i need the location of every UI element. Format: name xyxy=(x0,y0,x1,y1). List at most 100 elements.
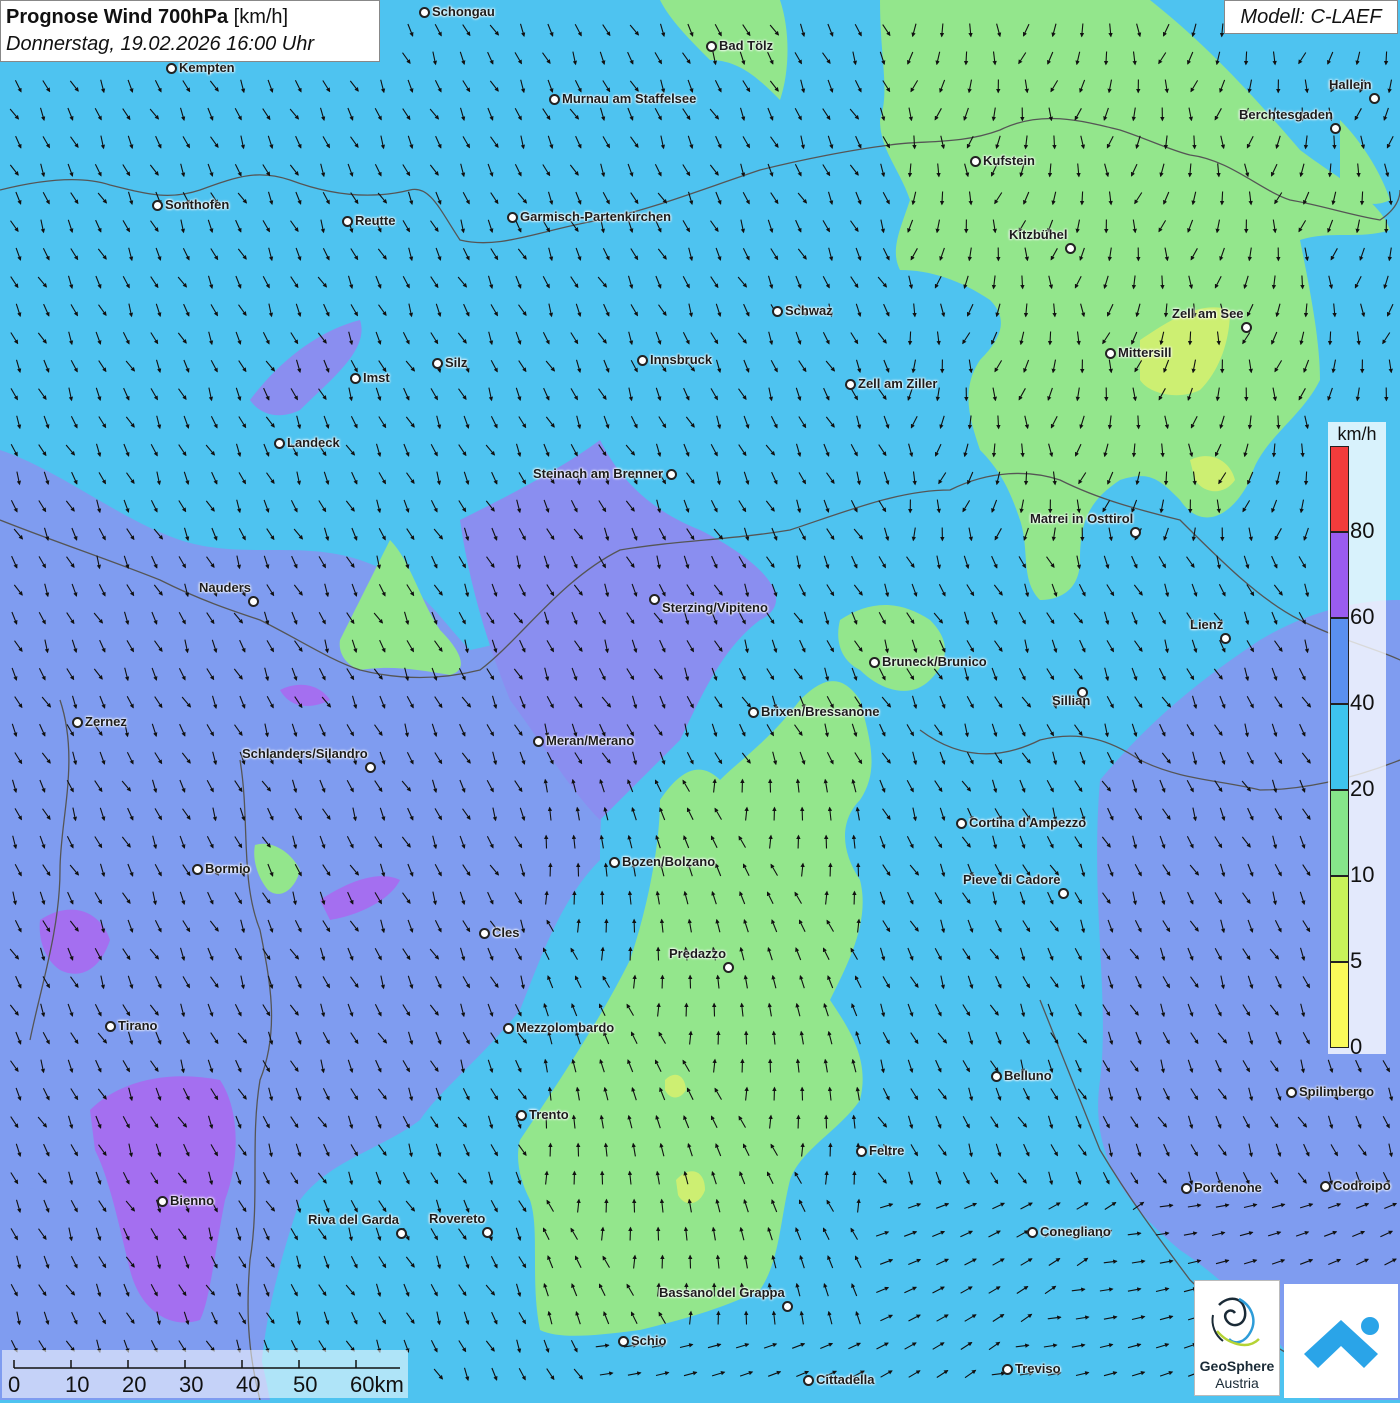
legend-swatch xyxy=(1330,790,1349,876)
city-marker[interactable] xyxy=(1027,1227,1038,1238)
geosphere-logo[interactable]: GeoSphere Austria xyxy=(1194,1280,1280,1396)
city-marker[interactable] xyxy=(192,864,203,875)
city-marker[interactable] xyxy=(772,306,783,317)
wind-arrow xyxy=(998,416,999,429)
city-label: Steinach am Brenner xyxy=(533,467,663,481)
legend-tick-label: 40 xyxy=(1350,690,1374,716)
city-marker[interactable] xyxy=(609,857,620,868)
city-marker[interactable] xyxy=(482,1227,493,1238)
city-label: Bormio xyxy=(205,862,251,876)
city-label: Zell am Ziller xyxy=(858,377,937,391)
city-label: Berchtesgaden xyxy=(1239,108,1333,122)
city-marker[interactable] xyxy=(666,469,677,480)
city-marker[interactable] xyxy=(1105,348,1116,359)
city-marker[interactable] xyxy=(970,156,981,167)
city-marker[interactable] xyxy=(1130,527,1141,538)
city-marker[interactable] xyxy=(342,216,353,227)
city-label: Codroipo xyxy=(1333,1179,1391,1193)
scale-label: 30 xyxy=(179,1372,203,1398)
city-label: Zell am See xyxy=(1172,307,1244,321)
city-marker[interactable] xyxy=(723,962,734,973)
city-label: Pordenone xyxy=(1194,1181,1262,1195)
city-label: Conegliano xyxy=(1040,1225,1111,1239)
city-marker[interactable] xyxy=(432,358,443,369)
city-label: Garmisch-Partenkirchen xyxy=(520,210,671,224)
legend-swatch xyxy=(1330,962,1349,1048)
city-marker[interactable] xyxy=(1330,123,1341,134)
city-label: Schongau xyxy=(432,5,495,19)
city-label: Mittersill xyxy=(1118,346,1171,360)
scale-label: 60km xyxy=(350,1372,404,1398)
city-marker[interactable] xyxy=(1065,243,1076,254)
city-marker[interactable] xyxy=(105,1021,116,1032)
city-marker[interactable] xyxy=(1369,93,1380,104)
city-marker[interactable] xyxy=(637,355,648,366)
geosphere-sub: Austria xyxy=(1195,1375,1279,1391)
city-label: Schwaz xyxy=(785,304,833,318)
city-marker[interactable] xyxy=(152,200,163,211)
city-marker[interactable] xyxy=(503,1023,514,1034)
city-label: Hallein xyxy=(1329,78,1372,92)
wind-arrow xyxy=(1278,416,1279,429)
model-label: Modell: C-LAEF xyxy=(1224,0,1398,34)
city-marker[interactable] xyxy=(618,1336,629,1347)
city-marker[interactable] xyxy=(956,818,967,829)
city-marker[interactable] xyxy=(166,63,177,74)
city-marker[interactable] xyxy=(72,717,83,728)
city-marker[interactable] xyxy=(350,373,361,384)
city-label: Schio xyxy=(631,1334,666,1348)
legend-tick-label: 5 xyxy=(1350,948,1362,974)
city-label: Bozen/Bolzano xyxy=(622,855,715,869)
city-marker[interactable] xyxy=(991,1071,1002,1082)
forecast-datetime: Donnerstag, 19.02.2026 16:00 Uhr xyxy=(6,31,374,57)
city-marker[interactable] xyxy=(549,94,560,105)
city-label: Kitzbühel xyxy=(1009,228,1068,242)
city-marker[interactable] xyxy=(479,928,490,939)
city-marker[interactable] xyxy=(1241,322,1252,333)
legend-swatch xyxy=(1330,876,1349,962)
city-marker[interactable] xyxy=(248,596,259,607)
city-label: Cles xyxy=(492,926,519,940)
wind-arrow xyxy=(1194,136,1195,149)
title-unit: [km/h] xyxy=(234,6,288,28)
city-marker[interactable] xyxy=(706,41,717,52)
scale-label: 20 xyxy=(122,1372,146,1398)
wind-arrow xyxy=(1306,472,1307,485)
city-marker[interactable] xyxy=(1320,1181,1331,1192)
city-marker[interactable] xyxy=(507,212,518,223)
legend-swatch xyxy=(1330,446,1349,532)
city-label: Brixen/Bressanone xyxy=(761,705,880,719)
city-marker[interactable] xyxy=(649,594,660,605)
legend-tick-label: 60 xyxy=(1350,604,1374,630)
city-marker[interactable] xyxy=(533,736,544,747)
city-marker[interactable] xyxy=(856,1146,867,1157)
city-marker[interactable] xyxy=(1181,1183,1192,1194)
city-marker[interactable] xyxy=(845,379,856,390)
city-marker[interactable] xyxy=(1058,888,1069,899)
app-logo[interactable] xyxy=(1284,1284,1398,1398)
wind-arrow xyxy=(1190,332,1191,345)
city-marker[interactable] xyxy=(157,1196,168,1207)
city-marker[interactable] xyxy=(1002,1364,1013,1375)
color-legend: km/h 806040201050 xyxy=(1328,422,1386,1054)
city-marker[interactable] xyxy=(1286,1087,1297,1098)
city-marker[interactable] xyxy=(782,1301,793,1312)
city-label: Mezzolombardo xyxy=(516,1021,614,1035)
city-label: Cortina d'Ampezzo xyxy=(969,816,1086,830)
wind-arrow xyxy=(1054,136,1055,149)
city-label: Schlanders/Silandro xyxy=(242,747,368,761)
legend-tick-label: 10 xyxy=(1350,862,1374,888)
mountain-app-icon xyxy=(1284,1284,1398,1398)
city-marker[interactable] xyxy=(365,762,376,773)
city-marker[interactable] xyxy=(396,1228,407,1239)
city-marker[interactable] xyxy=(748,707,759,718)
city-marker[interactable] xyxy=(419,7,430,18)
city-marker[interactable] xyxy=(1220,633,1231,644)
city-marker[interactable] xyxy=(803,1375,814,1386)
city-marker[interactable] xyxy=(516,1110,527,1121)
legend-tick-label: 20 xyxy=(1350,776,1374,802)
city-marker[interactable] xyxy=(869,657,880,668)
city-label: Pieve di Cadore xyxy=(963,873,1061,887)
city-marker[interactable] xyxy=(274,438,285,449)
legend-unit: km/h xyxy=(1328,424,1386,445)
